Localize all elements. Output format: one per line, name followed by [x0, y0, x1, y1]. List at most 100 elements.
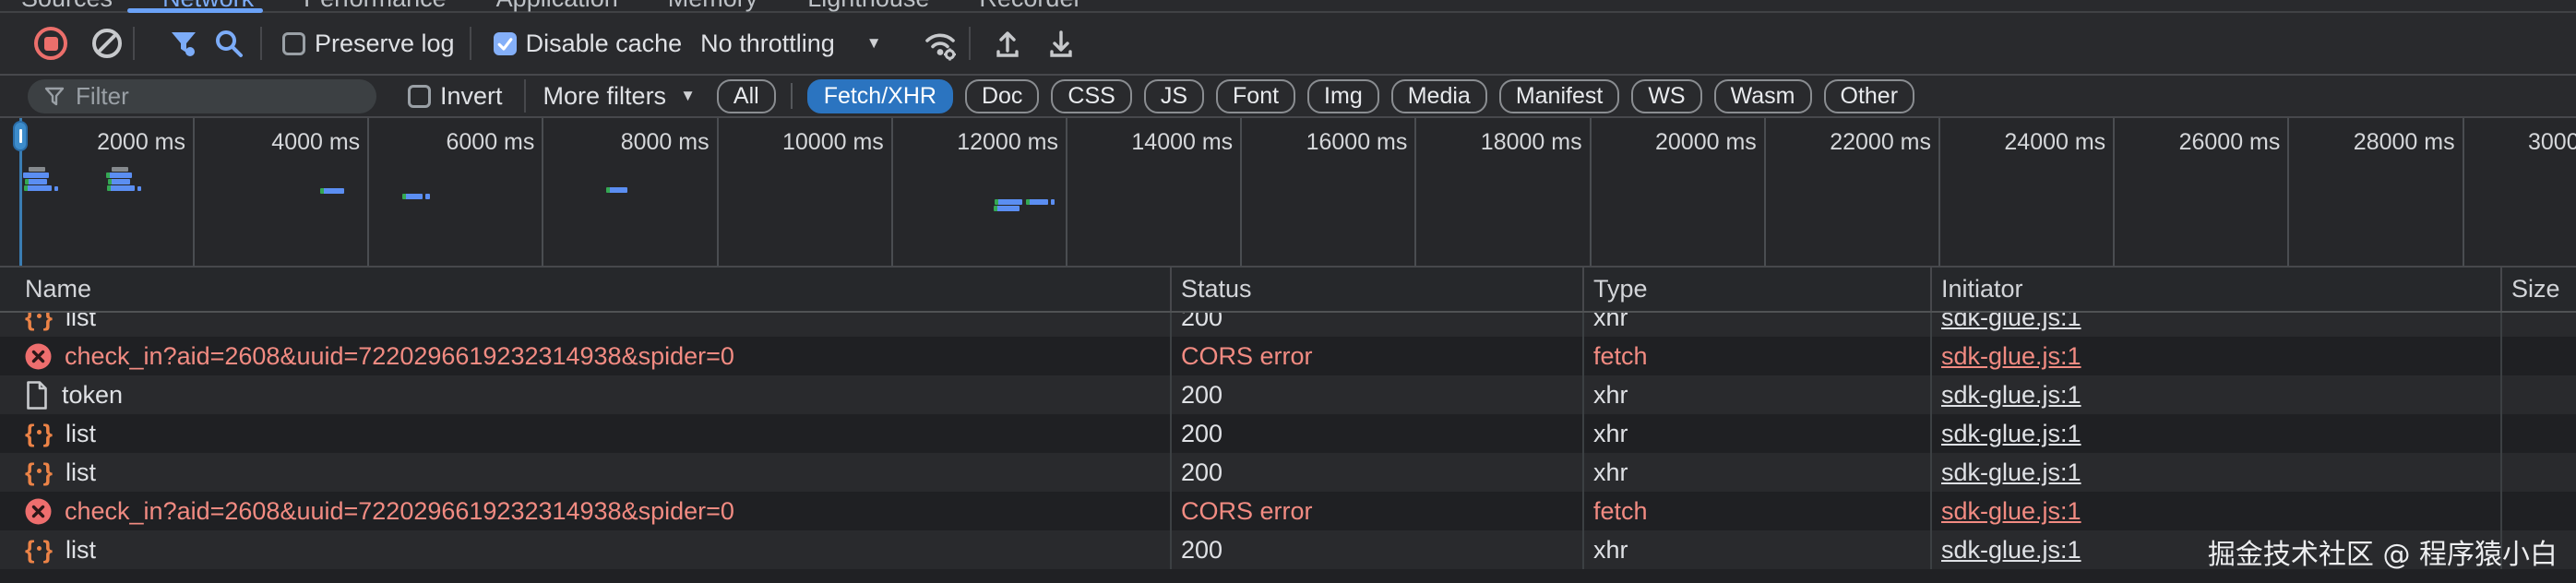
preserve-log-checkbox[interactable]: [282, 32, 305, 55]
timeline-gridline: [717, 118, 719, 266]
waterfall-bar: [1026, 199, 1048, 205]
toolbar-divider: [969, 27, 971, 60]
initiator-link[interactable]: sdk-glue.js:1: [1941, 420, 2081, 448]
type-cell: fetch: [1582, 492, 1930, 530]
status-cell: 200: [1170, 530, 1582, 569]
column-header-status[interactable]: Status: [1170, 268, 1582, 311]
tab-recorder[interactable]: Recorder: [979, 0, 1081, 13]
clear-button[interactable]: [92, 29, 122, 58]
timeline-tick-label: 16000 ms: [1306, 129, 1408, 156]
table-row[interactable]: {}list200xhrsdk-glue.js:1: [0, 530, 2576, 569]
table-row[interactable]: token200xhrsdk-glue.js:1: [0, 375, 2576, 414]
type-value: xhr: [1593, 420, 1628, 448]
filter-bar: Invert More filters ▼ All Fetch/XHR Doc CSS…: [0, 76, 2576, 118]
request-name: list: [66, 536, 96, 565]
initiator-link[interactable]: sdk-glue.js:1: [1941, 497, 2081, 526]
initiator-cell: sdk-glue.js:1: [1930, 313, 2500, 337]
table-row[interactable]: {}list200xhrsdk-glue.js:1: [0, 414, 2576, 453]
network-toolbar: Preserve log Disable cache No throttling…: [0, 13, 2576, 76]
status-cell: CORS error: [1170, 337, 1582, 375]
chip-fetch-xhr[interactable]: Fetch/XHR: [807, 79, 953, 113]
dropdown-caret-icon[interactable]: ▼: [866, 34, 882, 53]
invert-checkbox[interactable]: [408, 85, 431, 108]
filter-toggle-button[interactable]: [168, 28, 199, 59]
filter-divider: [524, 79, 526, 113]
chip-css[interactable]: CSS: [1051, 79, 1131, 113]
table-row[interactable]: {} list 200 xhr sdk-glue.js:1: [0, 313, 2576, 337]
type-cell: xhr: [1582, 414, 1930, 453]
column-header-type[interactable]: Type: [1582, 268, 1930, 311]
waterfall-bar: [320, 188, 344, 194]
throttling-select[interactable]: No throttling: [700, 30, 835, 58]
disable-cache-control[interactable]: Disable cache: [494, 30, 683, 58]
table-row[interactable]: check_in?aid=2608&uuid=72202966192323149…: [0, 337, 2576, 375]
tab-memory[interactable]: Memory: [668, 0, 758, 13]
waterfall-bar: [1051, 199, 1055, 205]
name-cell: {} list: [0, 313, 1170, 337]
tab-performance[interactable]: Performance: [304, 0, 447, 13]
toolbar-divider: [133, 27, 135, 60]
record-button[interactable]: [34, 27, 67, 60]
json-icon: {}: [25, 313, 53, 330]
table-row[interactable]: {}list200xhrsdk-glue.js:1: [0, 453, 2576, 492]
disable-cache-label: Disable cache: [526, 30, 683, 58]
invert-control[interactable]: Invert: [408, 82, 503, 111]
export-har-icon: [1044, 27, 1078, 60]
initiator-link[interactable]: sdk-glue.js:1: [1941, 381, 2081, 410]
tab-application[interactable]: Application: [496, 0, 618, 13]
chip-all[interactable]: All: [717, 79, 776, 113]
filter-icon: [168, 28, 199, 59]
request-name: check_in?aid=2608&uuid=72202966192323149…: [65, 342, 734, 371]
chip-manifest[interactable]: Manifest: [1499, 79, 1619, 113]
chip-media[interactable]: Media: [1391, 79, 1487, 113]
funnel-icon: [44, 87, 65, 107]
document-icon: [25, 381, 49, 410]
import-har-button[interactable]: [991, 27, 1024, 60]
type-cell: xhr: [1582, 453, 1930, 492]
status-cell: 200: [1170, 313, 1582, 337]
disable-cache-checkbox[interactable]: [494, 32, 517, 55]
column-header-name[interactable]: Name: [0, 268, 1170, 311]
request-name: list: [66, 313, 96, 332]
waterfall-bar: [112, 167, 128, 172]
column-header-size[interactable]: Size: [2500, 268, 2576, 311]
network-overview-timeline[interactable]: 2000 ms4000 ms6000 ms8000 ms10000 ms1200…: [0, 118, 2576, 268]
chip-font[interactable]: Font: [1216, 79, 1295, 113]
request-name: check_in?aid=2608&uuid=72202966192323149…: [65, 497, 734, 526]
search-button[interactable]: [214, 29, 244, 58]
initiator-link[interactable]: sdk-glue.js:1: [1941, 313, 2081, 332]
chip-other[interactable]: Other: [1824, 79, 1915, 113]
toolbar-divider: [470, 27, 471, 60]
more-filters-button[interactable]: More filters ▼: [543, 82, 696, 111]
timeline-tick-label: 26000 ms: [2179, 129, 2281, 156]
chip-js[interactable]: JS: [1144, 79, 1204, 113]
initiator-link[interactable]: sdk-glue.js:1: [1941, 536, 2081, 565]
chip-doc[interactable]: Doc: [965, 79, 1039, 113]
waterfall-bar: [402, 194, 423, 199]
network-conditions-button[interactable]: [921, 25, 960, 62]
waterfall-bar: [108, 179, 130, 184]
timeline-gridline: [2113, 118, 2115, 266]
type-value: xhr: [1593, 313, 1628, 332]
initiator-link[interactable]: sdk-glue.js:1: [1941, 342, 2081, 371]
chip-img[interactable]: Img: [1307, 79, 1379, 113]
tab-sources[interactable]: Sources: [21, 0, 113, 13]
tab-lighthouse[interactable]: Lighthouse: [807, 0, 929, 13]
requests-table-header: NameStatusTypeInitiatorSize: [0, 268, 2576, 313]
name-cell: token: [0, 375, 1170, 414]
status-value: CORS error: [1181, 342, 1313, 371]
scrubber-handle[interactable]: [13, 121, 28, 151]
chip-ws[interactable]: WS: [1631, 79, 1701, 113]
initiator-link[interactable]: sdk-glue.js:1: [1941, 458, 2081, 487]
filter-input-wrapper: [28, 79, 376, 113]
status-value: 200: [1181, 458, 1222, 487]
error-icon: [25, 498, 52, 525]
export-har-button[interactable]: [1044, 27, 1078, 60]
status-cell: 200: [1170, 375, 1582, 414]
timeline-tick-label: 22000 ms: [1830, 129, 1931, 156]
table-row[interactable]: check_in?aid=2608&uuid=72202966192323149…: [0, 492, 2576, 530]
preserve-log-control[interactable]: Preserve log: [282, 30, 455, 58]
chip-wasm[interactable]: Wasm: [1714, 79, 1812, 113]
column-header-initiator[interactable]: Initiator: [1930, 268, 2500, 311]
filter-input[interactable]: [28, 79, 376, 113]
